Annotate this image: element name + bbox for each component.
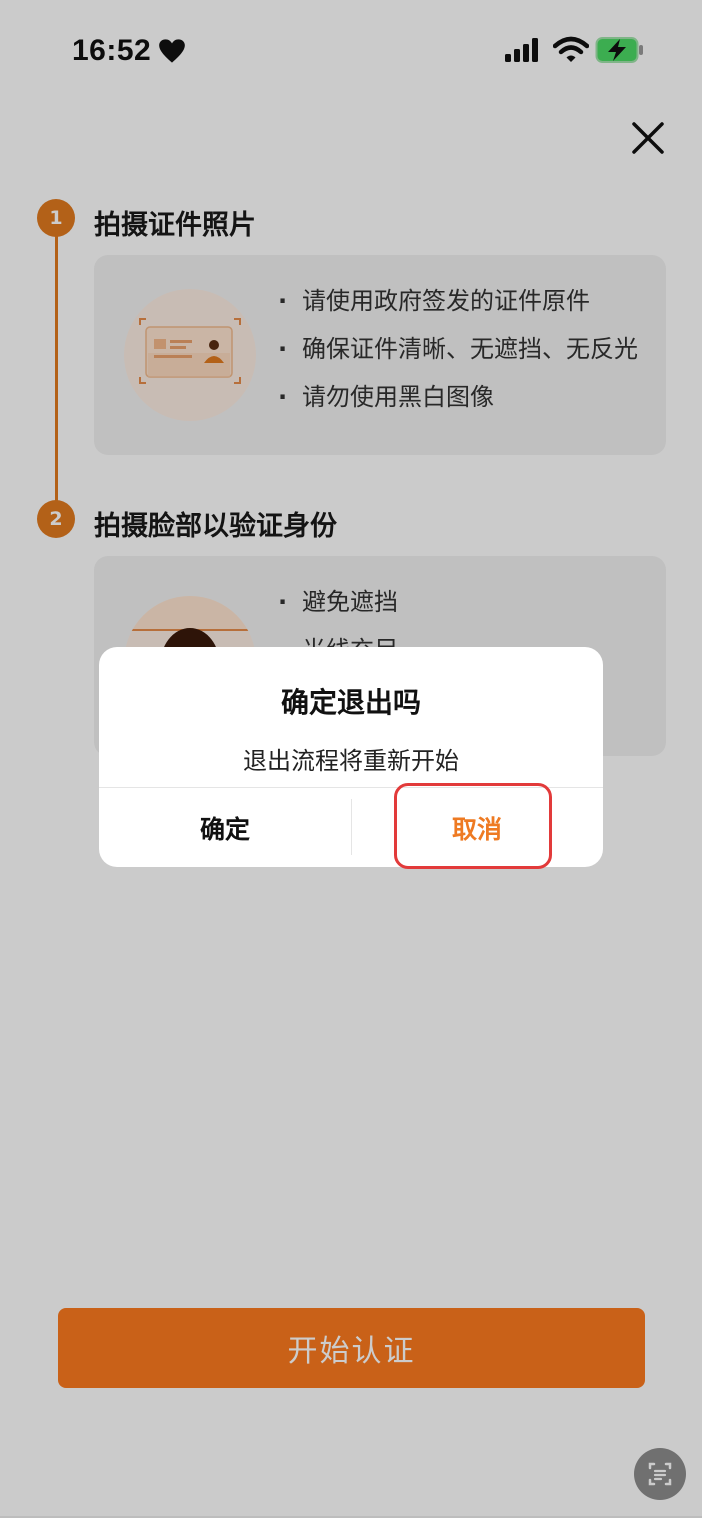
confirm-button[interactable]: 确定 xyxy=(99,788,351,867)
dialog-title: 确定退出吗 xyxy=(280,686,421,719)
dialog-message: 退出流程将重新开始 xyxy=(243,747,459,775)
cancel-highlight-box xyxy=(394,783,552,869)
